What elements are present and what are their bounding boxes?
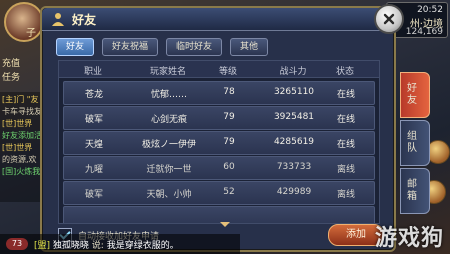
- dialog-title-bar: 好友: [42, 8, 394, 31]
- header-name: 玩家姓名: [149, 67, 186, 77]
- friend-power: 733733: [276, 162, 312, 172]
- quest-label[interactable]: 任务: [2, 70, 20, 83]
- friend-power: 3925481: [273, 112, 315, 122]
- friend-job: 天煌: [84, 140, 103, 150]
- friend-status: 在线: [336, 140, 355, 150]
- coordinates: 124,169: [405, 27, 443, 37]
- chat-verb: 说:: [91, 241, 104, 251]
- friend-row[interactable]: 苍龙 忧郁…… 78 3265110 在线: [63, 81, 375, 105]
- friend-level: 78: [223, 87, 235, 97]
- chat-badge: 73: [6, 238, 28, 250]
- chat-sender[interactable]: 独孤晓晓: [53, 241, 89, 251]
- friend-job: 苍龙: [84, 90, 103, 100]
- friend-status: 离线: [336, 190, 355, 200]
- tab-friend-blessing[interactable]: 好友祝福: [102, 38, 159, 56]
- friend-level: 79: [223, 137, 235, 147]
- friend-power: 4285619: [273, 137, 315, 147]
- friend-status: 在线: [336, 115, 355, 125]
- player-name: 子: [26, 28, 36, 39]
- tab-temp-friends[interactable]: 临时好友: [166, 38, 223, 56]
- close-button[interactable]: [374, 4, 404, 34]
- friend-name: 极炫ノ一伊伊: [141, 140, 196, 150]
- friend-name: 心剑无痕: [150, 115, 187, 125]
- friend-job: 破军: [84, 190, 103, 200]
- scroll-down-arrow-icon[interactable]: [220, 222, 230, 227]
- friend-name: 迁就你一世: [146, 165, 192, 175]
- friend-row[interactable]: 天煌 极炫ノ一伊伊 79 4285619 在线: [63, 131, 375, 155]
- friend-power: 3265110: [273, 87, 315, 97]
- friends-icon: [52, 13, 64, 26]
- side-tab-friends[interactable]: 好友: [400, 72, 430, 118]
- side-tab-label: 组队: [407, 131, 417, 154]
- watermark: 游戏狗: [374, 226, 444, 251]
- left-chat-line: 的资源,欢: [2, 155, 37, 164]
- friends-dialog: 好友 好友 好友祝福 临时好友 其他 职业 玩家姓名 等级 战斗力 状态 苍龙 …: [40, 4, 430, 252]
- friend-list[interactable]: 职业 玩家姓名 等级 战斗力 状态 苍龙 忧郁…… 78 3265110 在线 …: [58, 60, 380, 224]
- friend-status: 离线: [336, 165, 355, 175]
- friend-row[interactable]: 破军 心剑无痕 79 3925481 在线: [63, 106, 375, 130]
- tab-friends[interactable]: 好友: [56, 38, 95, 56]
- friend-level: 52: [223, 187, 235, 197]
- side-tab-team[interactable]: 组队: [400, 120, 430, 166]
- friend-level: 60: [223, 162, 235, 172]
- left-chat-line: 好友添加活: [2, 131, 42, 140]
- chat-message: [盟] 独孤晓晓 说: 我是穿绿衣服的。: [34, 238, 179, 251]
- header-level: 等级: [218, 67, 237, 77]
- header-status: 状态: [335, 67, 354, 77]
- chat-bar[interactable]: 73 [盟] 独孤晓晓 说: 我是穿绿衣服的。: [0, 234, 240, 254]
- friend-row[interactable]: 破军 天朝、小帅 52 429989 离线: [63, 181, 375, 205]
- chat-text: 我是穿绿衣服的。: [106, 241, 179, 251]
- left-chat-line: [世]世界: [2, 119, 33, 128]
- friend-power: 429989: [276, 187, 312, 197]
- header-power: 战斗力: [279, 67, 307, 77]
- left-chat-line: [主]门 "友: [2, 95, 39, 104]
- player-avatar[interactable]: [4, 2, 44, 42]
- friend-list-header: 职业 玩家姓名 等级 战斗力 状态: [59, 61, 379, 78]
- friend-name: 忧郁……: [150, 90, 187, 100]
- friend-row[interactable]: 九曜 迁就你一世 60 733733 离线: [63, 156, 375, 180]
- header-job: 职业: [83, 67, 102, 77]
- friend-name: 天朝、小帅: [146, 190, 192, 200]
- left-chat-line: 卡车寻找友: [2, 107, 42, 116]
- side-tab-label: 邮箱: [407, 179, 417, 202]
- dialog-title: 好友: [72, 13, 97, 27]
- side-tab-mail[interactable]: 邮箱: [400, 168, 430, 214]
- tab-other[interactable]: 其他: [230, 38, 269, 56]
- friend-row[interactable]: [63, 206, 375, 223]
- left-chat-line: [国]火炼我: [2, 167, 41, 176]
- chat-channel: [盟]: [34, 241, 51, 251]
- friend-status: 在线: [336, 90, 355, 100]
- clock-time: 20:52: [417, 5, 443, 15]
- recharge-label[interactable]: 充值: [2, 56, 20, 69]
- close-icon: [383, 13, 395, 25]
- friend-tabs: 好友 好友祝福 临时好友 其他: [56, 38, 269, 56]
- side-tab-label: 好友: [407, 83, 417, 106]
- friend-job: 九曜: [84, 165, 103, 175]
- left-chat-line: [世]世界: [2, 143, 33, 152]
- friend-job: 破军: [84, 115, 103, 125]
- friend-level: 79: [223, 112, 235, 122]
